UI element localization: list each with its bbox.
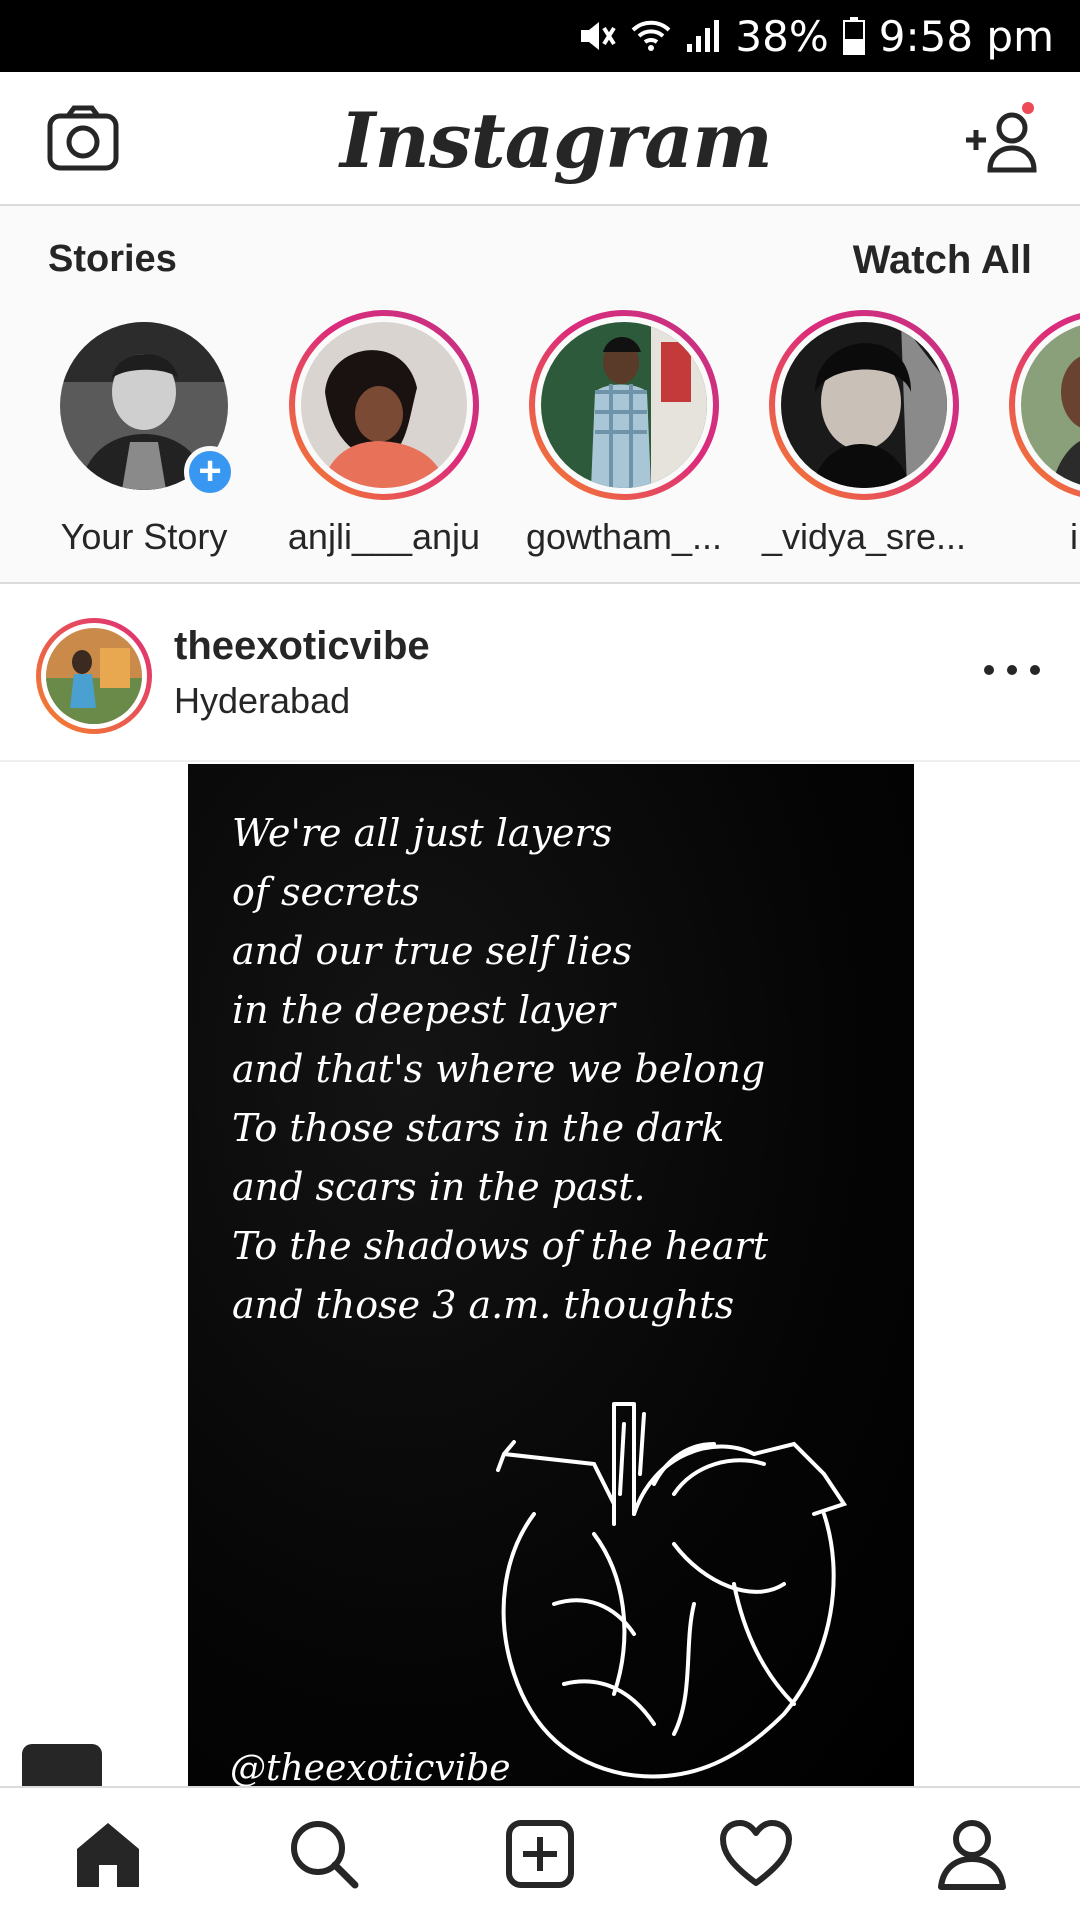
battery-percent: 38% <box>735 11 829 61</box>
post-location[interactable]: Hyderabad <box>174 680 350 722</box>
story-label: anjli___anju <box>287 516 481 557</box>
add-user-icon[interactable] <box>962 102 1040 176</box>
story-gowtham[interactable]: gowtham_... <box>514 310 734 570</box>
avatar <box>301 322 467 488</box>
activity-heart-icon[interactable] <box>706 1804 806 1904</box>
story-anjli-anju[interactable]: anjli___anju <box>274 310 494 570</box>
watch-all-button[interactable]: Watch All <box>853 238 1032 283</box>
story-label: indh <box>1069 516 1080 557</box>
post-image[interactable]: We're all just layers of secrets and our… <box>188 764 914 1786</box>
story-indh[interactable]: indh <box>994 310 1080 570</box>
wifi-icon <box>631 18 671 54</box>
tagged-people-icon[interactable] <box>22 1744 102 1786</box>
story-vidya-sre[interactable]: _vidya_sre... <box>754 310 974 570</box>
story-your-story[interactable]: + Your Story <box>34 310 254 570</box>
battery-icon <box>842 17 865 55</box>
post-username[interactable]: theexoticvibe <box>174 624 430 669</box>
post-media[interactable]: We're all just layers of secrets and our… <box>0 764 1080 1786</box>
post-header: theexoticvibe Hyderabad <box>0 584 1080 762</box>
stories-tray: Stories Watch All + Your Story anjli___a… <box>0 206 1080 584</box>
post-author-avatar[interactable] <box>36 618 152 734</box>
search-icon[interactable] <box>274 1804 374 1904</box>
avatar <box>781 322 947 488</box>
new-post-icon[interactable] <box>490 1804 590 1904</box>
app-bar: Instagram <box>0 72 1080 206</box>
anatomical-heart-drawing <box>496 1402 848 1779</box>
home-icon[interactable] <box>58 1804 158 1904</box>
signal-icon <box>685 18 721 54</box>
story-ring <box>529 310 719 500</box>
clock: 9:58 pm <box>878 11 1054 61</box>
bottom-navigation <box>0 1786 1080 1920</box>
status-bar: 38% 9:58 pm <box>0 0 1080 72</box>
story-ring <box>289 310 479 500</box>
story-ring <box>769 310 959 500</box>
profile-icon[interactable] <box>922 1804 1022 1904</box>
notification-dot <box>1022 102 1034 114</box>
post-watermark: @theexoticvibe <box>230 1748 511 1786</box>
camera-icon[interactable] <box>46 102 120 176</box>
avatar <box>1021 322 1080 488</box>
stories-title: Stories <box>48 238 177 280</box>
avatar <box>541 322 707 488</box>
mute-vibrate-icon <box>577 18 617 54</box>
story-label: _vidya_sre... <box>761 516 967 557</box>
instagram-logo: Instagram <box>340 96 773 185</box>
more-options-icon[interactable] <box>984 660 1040 680</box>
story-label: gowtham_... <box>525 516 723 557</box>
story-label: Your Story <box>60 516 228 557</box>
add-story-button[interactable]: + <box>184 446 236 498</box>
story-ring <box>1009 310 1080 500</box>
post-quote-text: We're all just layers of secrets and our… <box>232 811 768 1327</box>
